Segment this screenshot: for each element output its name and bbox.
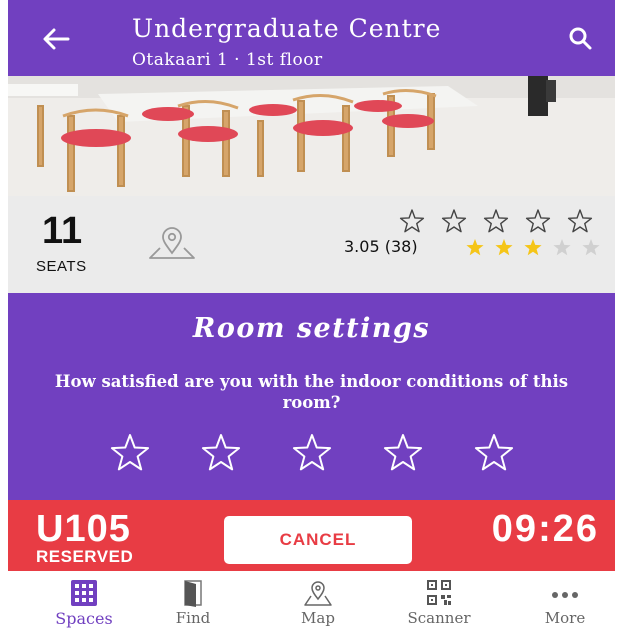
rate-star-1[interactable] — [399, 209, 425, 233]
map-pin-icon — [149, 227, 195, 259]
page-title: Undergraduate Centre — [132, 14, 442, 43]
satisfaction-star-3[interactable] — [286, 433, 338, 473]
back-arrow-icon — [43, 28, 70, 50]
nav-more-label: More — [544, 609, 586, 627]
rate-star-5[interactable] — [567, 209, 593, 233]
app-header: Undergraduate Centre Otakaari 1 · 1st fl… — [8, 0, 615, 76]
map-pin-icon — [304, 581, 332, 606]
room-info-panel: 11 SEATS 3.05 (38) — [8, 196, 615, 293]
average-star-2 — [495, 239, 513, 256]
rate-star-4[interactable] — [525, 209, 551, 233]
nav-map[interactable]: Map — [263, 571, 373, 628]
room-photo — [8, 76, 615, 196]
average-star-1 — [466, 239, 484, 256]
satisfaction-star-2[interactable] — [195, 433, 247, 473]
room-settings-title: Room settings — [192, 313, 431, 344]
seat-count: 11 — [42, 210, 83, 252]
reservation-status: RESERVED — [36, 547, 134, 566]
nav-spaces[interactable]: Spaces — [29, 571, 139, 628]
bottom-nav: Spaces Find Map Scanner More — [8, 571, 615, 628]
nav-map-label: Map — [301, 609, 335, 627]
average-rating-text: 3.05 (38) — [344, 237, 418, 256]
satisfaction-stars — [104, 433, 534, 473]
satisfaction-star-4[interactable] — [377, 433, 429, 473]
average-star-3 — [524, 239, 542, 256]
rate-star-2[interactable] — [441, 209, 467, 233]
page-subtitle: Otakaari 1 · 1st floor — [132, 50, 323, 70]
average-star-4 — [553, 239, 571, 256]
reservation-bar: U105 RESERVED CANCEL 09:26 — [8, 500, 615, 571]
room-code: U105 — [36, 508, 131, 550]
show-on-map-button[interactable] — [146, 226, 198, 260]
nav-scanner[interactable]: Scanner — [384, 571, 494, 628]
satisfaction-star-1[interactable] — [104, 433, 156, 473]
nav-more[interactable]: More — [510, 571, 620, 628]
nav-spaces-label: Spaces — [55, 609, 113, 628]
cancel-reservation-button[interactable]: CANCEL — [224, 516, 412, 564]
back-button[interactable] — [36, 22, 76, 56]
nav-scanner-label: Scanner — [407, 609, 471, 627]
average-star-5 — [582, 239, 600, 256]
satisfaction-question: How satisfied are you with the indoor co… — [54, 372, 569, 412]
room-settings-panel: Room settings How satisfied are you with… — [8, 293, 615, 500]
reservation-time: 09:26 — [491, 508, 599, 550]
search-icon — [569, 27, 592, 50]
nav-find[interactable]: Find — [138, 571, 248, 628]
seat-count-label: SEATS — [36, 258, 87, 275]
average-rating-stars — [466, 239, 600, 256]
grid-icon — [71, 580, 97, 606]
qr-code-icon — [427, 580, 451, 605]
satisfaction-star-5[interactable] — [468, 433, 520, 473]
door-icon — [184, 580, 202, 607]
search-button[interactable] — [561, 22, 601, 56]
rate-star-3[interactable] — [483, 209, 509, 233]
rate-room-stars[interactable] — [398, 208, 598, 234]
nav-find-label: Find — [175, 609, 211, 627]
more-dots-icon — [552, 592, 578, 598]
